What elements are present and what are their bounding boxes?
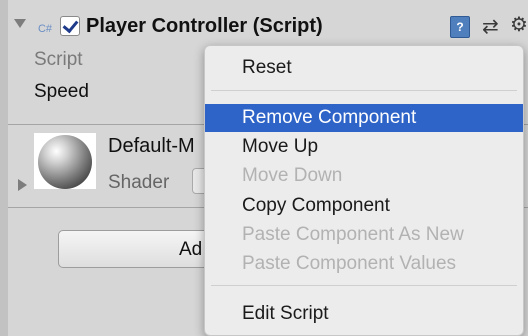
component-enabled-checkbox[interactable]	[60, 16, 80, 36]
book-help-icon[interactable]: ?	[450, 16, 470, 38]
preset-settings-icon[interactable]: ⇄	[482, 14, 499, 39]
component-header[interactable]: C# Player Controller (Script) ? ⇄ ⚙	[8, 0, 528, 44]
component-title: Player Controller (Script)	[86, 15, 323, 37]
menu-item-move-up[interactable]: Move Up	[205, 133, 523, 161]
material-foldout-icon[interactable]	[18, 179, 27, 191]
material-name: Default-M	[108, 135, 195, 157]
shader-label: Shader	[108, 172, 170, 193]
menu-item-reset[interactable]: Reset	[205, 54, 523, 82]
menu-separator	[211, 90, 517, 91]
menu-item-paste-component-values: Paste Component Values	[242, 253, 457, 274]
gear-icon[interactable]: ⚙	[510, 12, 528, 37]
menu-item-copy-component[interactable]: Copy Component	[205, 192, 523, 220]
sphere-icon	[38, 135, 92, 189]
cs-script-icon: C#	[37, 23, 53, 35]
menu-separator	[211, 285, 517, 286]
context-menu: Reset Remove Component Move Up Move Down…	[204, 45, 524, 336]
speed-field-label: Speed	[34, 81, 89, 102]
foldout-arrow-icon[interactable]	[14, 19, 26, 28]
add-component-label: Ad	[179, 239, 203, 260]
material-preview	[34, 133, 96, 189]
script-field-label: Script	[34, 49, 83, 70]
menu-item-move-down: Move Down	[242, 165, 343, 186]
menu-item-edit-script[interactable]: Edit Script	[205, 300, 523, 328]
menu-item-paste-component-as-new: Paste Component As New	[242, 224, 464, 245]
menu-item-remove-component[interactable]: Remove Component	[205, 104, 523, 132]
